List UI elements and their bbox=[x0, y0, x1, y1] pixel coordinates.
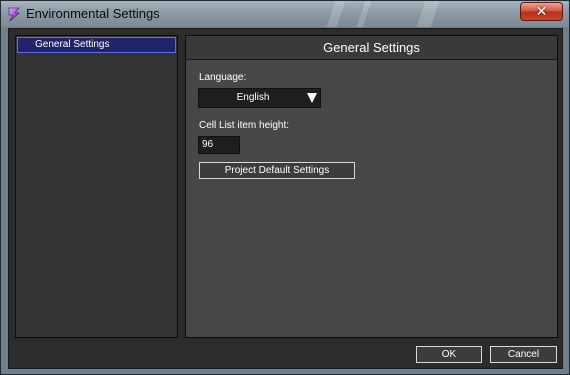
client-area: General Settings General Settings Langua… bbox=[8, 28, 563, 369]
ok-button[interactable]: OK bbox=[416, 346, 482, 363]
app-logo-icon bbox=[6, 6, 22, 22]
project-default-settings-button[interactable]: Project Default Settings bbox=[199, 162, 355, 179]
cell-height-input[interactable]: 96 bbox=[198, 136, 240, 154]
close-button[interactable]: ✕ bbox=[520, 2, 563, 21]
panel-title: General Settings bbox=[186, 36, 557, 60]
title-bar[interactable]: Environmental Settings ✕ bbox=[1, 1, 569, 27]
sidebar-item-label: General Settings bbox=[35, 39, 110, 50]
settings-content-panel: General Settings Language: English Cell … bbox=[185, 35, 558, 338]
cell-height-label: Cell List item height: bbox=[199, 120, 290, 131]
sidebar-item-general-settings[interactable]: General Settings bbox=[17, 37, 176, 53]
title-bar-glare bbox=[416, 1, 440, 27]
title-bar-glare bbox=[326, 1, 346, 27]
cancel-button[interactable]: Cancel bbox=[490, 346, 557, 363]
dropdown-arrow-icon bbox=[307, 93, 317, 103]
language-label: Language: bbox=[199, 72, 247, 83]
language-dropdown[interactable]: English bbox=[198, 88, 321, 108]
settings-category-list: General Settings bbox=[15, 35, 178, 338]
settings-window: Environmental Settings ✕ General Setting… bbox=[0, 0, 570, 375]
close-icon: ✕ bbox=[535, 3, 548, 19]
language-dropdown-value: English bbox=[236, 92, 270, 103]
title-bar-glare bbox=[356, 1, 372, 27]
window-title: Environmental Settings bbox=[26, 6, 160, 21]
